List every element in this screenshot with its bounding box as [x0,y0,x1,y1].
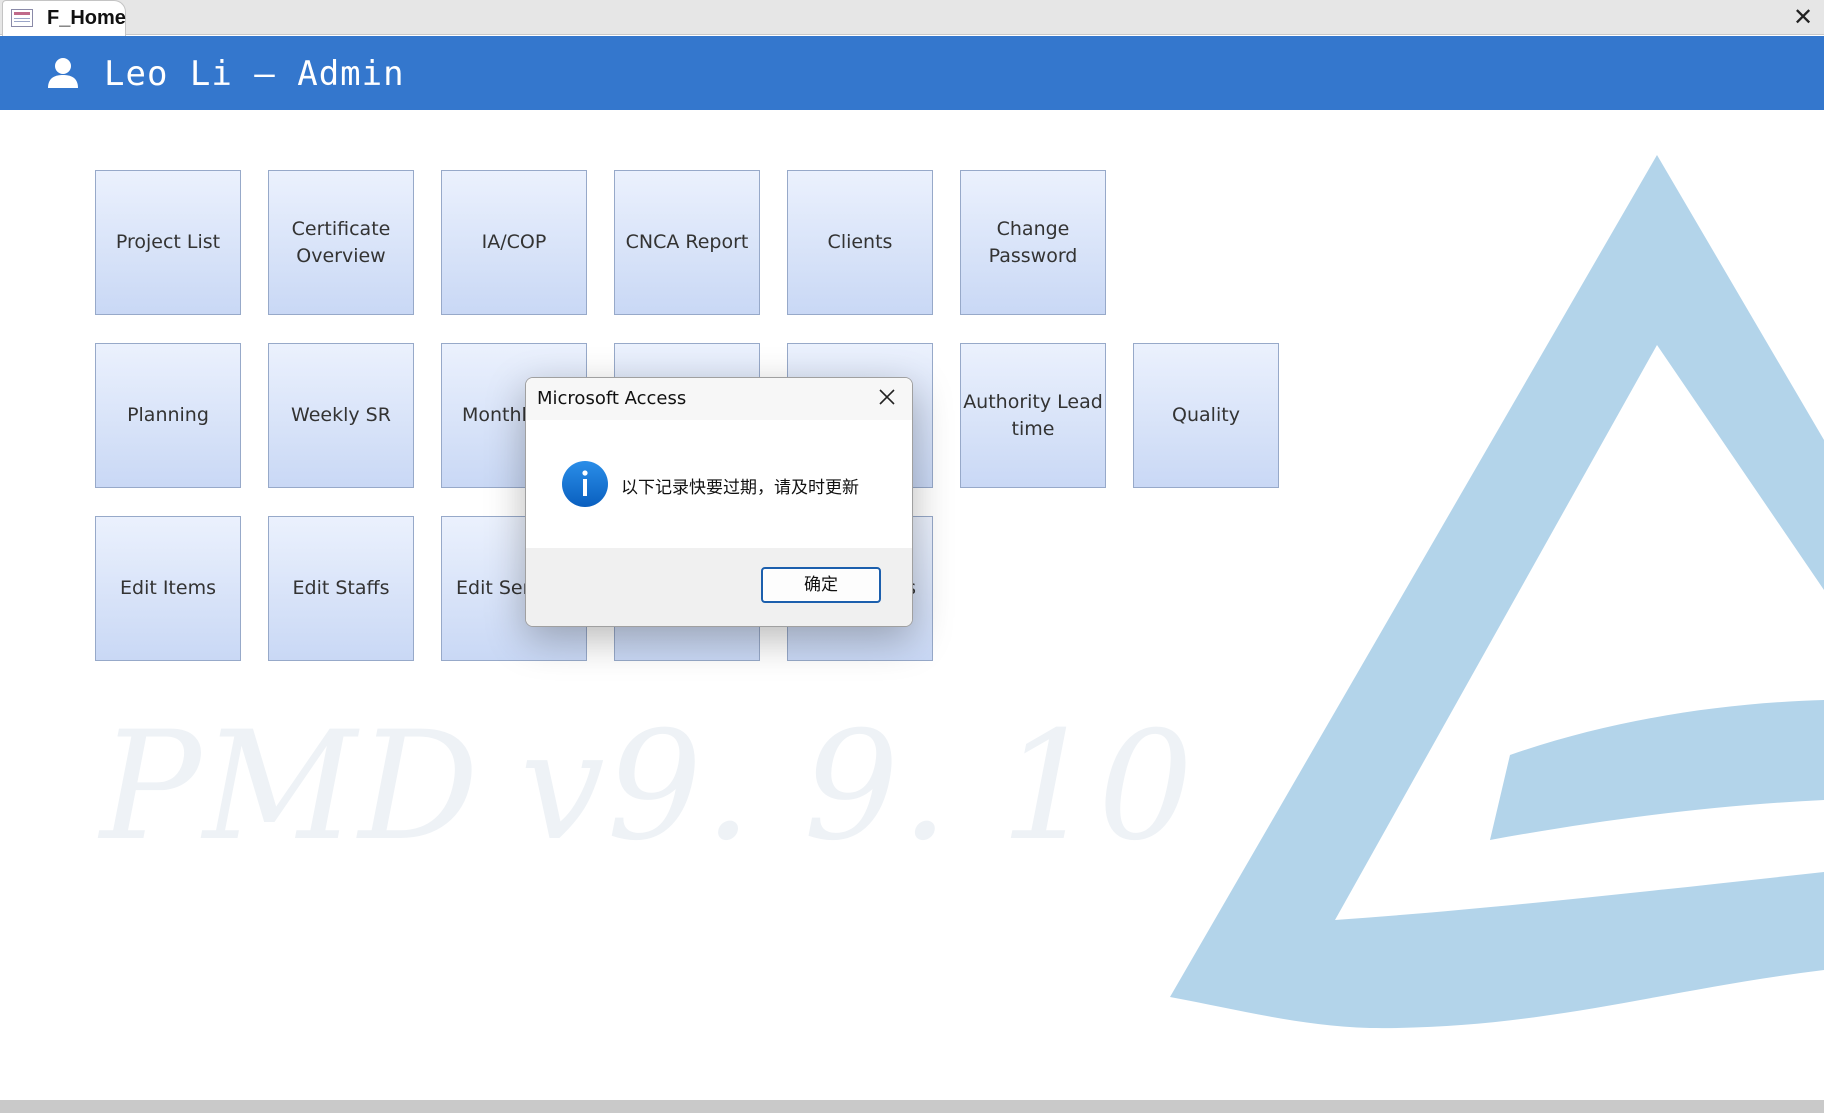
close-icon[interactable] [876,386,898,408]
cnca-report-button[interactable]: CNCA Report [614,170,760,315]
edit-staffs-button[interactable]: Edit Staffs [268,516,414,661]
dialog-footer: 确定 [526,548,912,626]
ok-button[interactable]: 确定 [761,567,881,603]
planning-button[interactable]: Planning [95,343,241,488]
form-icon [11,9,33,27]
user-icon [48,58,78,88]
dialog-body: 以下记录快要过期，请及时更新 [526,420,912,548]
ia-cop-button[interactable]: IA/COP [441,170,587,315]
edit-items-button[interactable]: Edit Items [95,516,241,661]
authority-lead-time-button[interactable]: Authority Lead time [960,343,1106,488]
close-form-button[interactable]: ✕ [1790,4,1816,30]
dialog-titlebar: Microsoft Access [526,378,912,420]
dialog-title: Microsoft Access [537,388,687,409]
clients-button[interactable]: Clients [787,170,933,315]
project-list-button[interactable]: Project List [95,170,241,315]
quality-button[interactable]: Quality [1133,343,1279,488]
close-icon: ✕ [1792,3,1814,31]
tab-strip: F_Home ✕ [0,0,1824,36]
version-watermark: v9. 9. 10 [520,700,1196,874]
change-password-button[interactable]: Change Password [960,170,1106,315]
company-logo [1170,155,1824,1029]
certificate-overview-button[interactable]: Certificate Overview [268,170,414,315]
status-bar [0,1100,1824,1113]
header-bar: Leo Li – Admin [0,36,1824,110]
info-icon [562,461,608,507]
tab-label: F_Home [47,7,126,29]
dialog-message: 以下记录快要过期，请及时更新 [621,478,859,498]
message-dialog: Microsoft Access 以下记录快要过期，请及时更新 确定 [525,377,913,627]
tab-f-home[interactable]: F_Home [2,0,126,36]
user-title: Leo Li – Admin [104,54,405,94]
weekly-sr-button[interactable]: Weekly SR [268,343,414,488]
app-name-watermark: PMD [100,700,481,874]
